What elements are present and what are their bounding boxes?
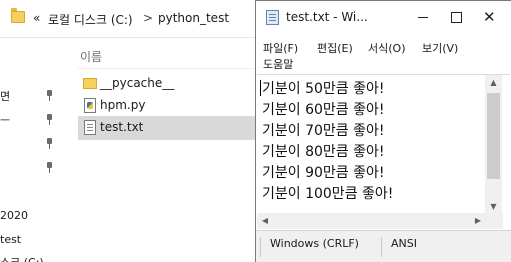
text-line: 기분이 70만큼 좋아!	[262, 123, 385, 139]
breadcrumb-drive[interactable]: 로컬 디스크 (C:)	[48, 11, 133, 28]
scroll-thumb[interactable]	[487, 93, 500, 179]
text-line: 기분이 50만큼 좋아!	[262, 81, 385, 97]
text-line: 기분이 100만큼 좋아!	[262, 186, 394, 202]
breadcrumb-folder[interactable]: python_test	[158, 11, 229, 25]
text-file-icon	[84, 120, 96, 135]
python-file-icon	[84, 98, 96, 113]
nav-item[interactable]: 면	[0, 88, 10, 104]
nav-item[interactable]: test	[0, 233, 21, 246]
title-bar[interactable]: test.txt - Wi... ✕	[256, 1, 511, 33]
nav-item[interactable]: 2020	[0, 209, 28, 222]
vertical-scrollbar[interactable]: ▲ ▼	[485, 75, 502, 215]
status-line-ending: Windows (CRLF)	[270, 237, 359, 250]
chevron-right-icon[interactable]: >	[143, 11, 153, 25]
status-divider	[260, 237, 261, 257]
file-name: hpm.py	[100, 98, 146, 112]
minimize-button[interactable]	[406, 1, 440, 33]
file-row-test-txt[interactable]: test.txt	[78, 116, 260, 140]
horizontal-scrollbar[interactable]: ◀ ▶	[257, 213, 486, 229]
pin-icon	[45, 138, 54, 149]
menu-format[interactable]: 서식(O)	[368, 40, 405, 56]
folder-icon	[11, 8, 25, 23]
folder-icon	[83, 78, 97, 89]
scroll-right-icon[interactable]: ▶	[470, 213, 486, 229]
menu-file[interactable]: 파일(F)	[263, 40, 298, 56]
text-line: 기분이 90만큼 좋아!	[262, 165, 385, 181]
menu-help[interactable]: 도움말	[263, 56, 293, 72]
menu-edit[interactable]: 편집(E)	[317, 40, 353, 56]
file-name: __pycache__	[100, 76, 175, 90]
text-editor[interactable]: 기분이 50만큼 좋아! 기분이 60만큼 좋아! 기분이 70만큼 좋아! 기…	[257, 74, 510, 230]
scroll-left-icon[interactable]: ◀	[257, 213, 273, 229]
status-divider	[381, 237, 382, 257]
address-bar[interactable]: « 로컬 디스크 (C:) > python_test	[0, 0, 260, 38]
text-line: 기분이 60만큼 좋아!	[262, 102, 385, 118]
window-title: test.txt - Wi...	[286, 10, 368, 24]
file-row-hpm-py[interactable]: hpm.py	[78, 94, 260, 118]
notepad-window: test.txt - Wi... ✕ 파일(F) 편집(E) 서식(O) 보기(…	[255, 0, 511, 262]
breadcrumb-overflow[interactable]: «	[33, 11, 40, 25]
file-row-pycache[interactable]: __pycache__	[78, 72, 260, 96]
scroll-corner	[486, 213, 503, 229]
pin-icon	[45, 90, 54, 101]
pin-icon	[45, 114, 54, 125]
close-icon: ✕	[483, 8, 496, 26]
maximize-button[interactable]	[439, 1, 473, 33]
close-button[interactable]: ✕	[472, 1, 506, 33]
nav-item[interactable]: ㅡ	[0, 112, 10, 128]
menu-bar: 파일(F) 편집(E) 서식(O) 보기(V) 도움말	[256, 36, 511, 72]
status-encoding: ANSI	[391, 237, 417, 250]
pin-icon	[45, 162, 54, 173]
column-divider	[78, 68, 260, 69]
column-header-name[interactable]: 이름	[80, 48, 102, 65]
text-line: 기분이 80만큼 좋아!	[262, 144, 385, 160]
text-caret	[260, 80, 261, 96]
nav-item[interactable]: 스크 (C:)	[0, 254, 44, 262]
notepad-icon[interactable]	[266, 10, 279, 25]
file-name: test.txt	[100, 120, 144, 134]
status-bar: Windows (CRLF) ANSI	[256, 230, 511, 262]
menu-view[interactable]: 보기(V)	[422, 40, 458, 56]
scroll-up-icon[interactable]: ▲	[485, 75, 502, 91]
